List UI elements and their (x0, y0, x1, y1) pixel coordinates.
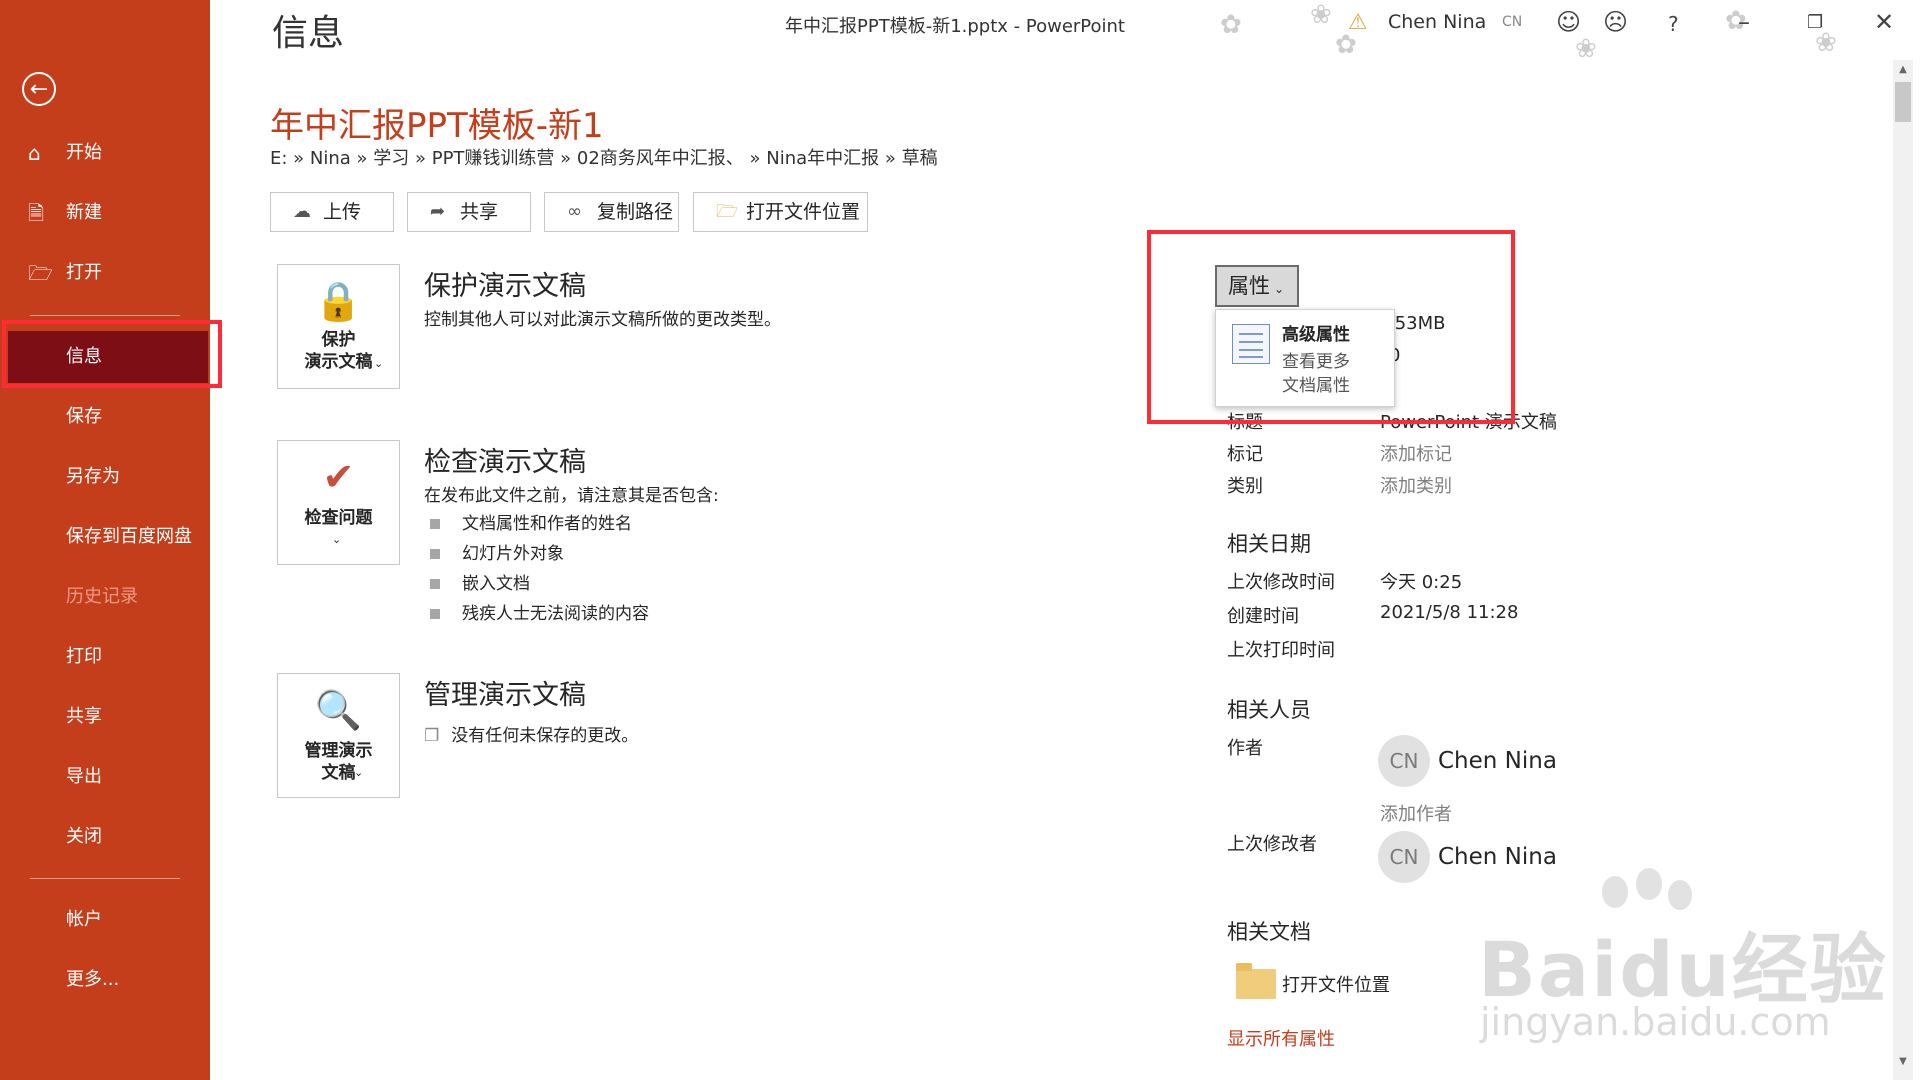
watermark-paw-icon (1602, 876, 1628, 908)
vertical-scrollbar[interactable] (1893, 60, 1913, 1080)
property-label: 类别 (1227, 476, 1263, 497)
protect-title: 保护演示文稿 (424, 271, 586, 302)
smile-feedback-icon[interactable]: ☺ (1556, 8, 1581, 36)
sidebar-item-new[interactable]: 🗎 新建 (0, 187, 210, 239)
sidebar-divider (30, 878, 180, 879)
leaf-decoration-icon: ❀ (1575, 34, 1597, 64)
inspect-button-label: 检查问题 (304, 508, 373, 528)
property-label: 上次修改者 (1227, 834, 1317, 855)
created-value: 2021/5/8 11:28 (1380, 602, 1519, 623)
inspect-issues-button[interactable]: ✔ 检查问题 ⌄ (277, 440, 400, 565)
add-category-field[interactable]: 添加类别 (1380, 472, 1452, 498)
title-bar: ✿ ❀ ✿ ❀ ✿ ❀ 年中汇报PPT模板-新1.pptx - PowerPoi… (210, 0, 1920, 64)
sidebar-item-home[interactable]: ⌂ 开始 (0, 127, 210, 179)
sidebar-item-save[interactable]: 保存 (0, 391, 210, 443)
sidebar-item-export[interactable]: 导出 (0, 751, 210, 803)
avatar[interactable]: CN (1378, 831, 1430, 883)
sidebar-item-more[interactable]: 更多... (0, 954, 210, 1006)
open-file-location-button[interactable]: 🗁 打开文件位置 (693, 192, 868, 232)
link-icon: ∞ (567, 201, 582, 222)
upload-icon: ☁ (293, 201, 311, 222)
protect-presentation-button[interactable]: 🔒 保护 演示文稿 ⌄ (277, 264, 400, 389)
sidebar-divider (30, 315, 180, 316)
protect-description: 控制其他人可以对此演示文稿所做的更改类型。 (424, 310, 781, 330)
account-name[interactable]: Chen Nina (1388, 11, 1486, 33)
leaf-decoration-icon: ✿ (1220, 10, 1242, 40)
chevron-down-icon: ⌄ (354, 766, 364, 779)
chevron-down-icon: ⌄ (374, 357, 384, 370)
page-title: 信息 (272, 13, 345, 54)
upload-button[interactable]: ☁ 上传 (270, 192, 394, 232)
leaf-decoration-icon: ❀ (1310, 0, 1332, 30)
document-title: 年中汇报PPT模板-新1 (270, 106, 604, 146)
list-item: 幻灯片外对象 (430, 539, 564, 564)
sidebar-item-save-baidu[interactable]: 保存到百度网盘 (0, 511, 210, 563)
related-people-heading: 相关人员 (1227, 698, 1311, 722)
highlight-box-properties (1147, 230, 1515, 424)
property-label: 上次打印时间 (1227, 640, 1335, 661)
copy-path-button[interactable]: ∞ 复制路径 (544, 192, 679, 232)
author-name[interactable]: Chen Nina (1438, 748, 1557, 774)
lock-key-icon: 🔒 (314, 279, 363, 323)
restore-icon[interactable]: ❐ (1807, 12, 1823, 33)
open-folder-icon: 🗁 (28, 261, 53, 285)
scroll-up-icon[interactable]: ▲ (1893, 60, 1913, 80)
warning-icon[interactable]: ⚠ (1348, 10, 1368, 35)
folder-icon[interactable] (1236, 963, 1276, 999)
scroll-down-icon[interactable]: ▼ (1893, 1052, 1913, 1072)
highlight-box-info (2, 320, 222, 388)
inspect-description: 在发布此文件之前，请注意其是否包含: (424, 486, 719, 506)
frown-feedback-icon[interactable]: ☹ (1603, 8, 1628, 36)
back-arrow-icon[interactable]: ← (22, 72, 56, 106)
document-stack-icon: ❐ (424, 726, 440, 746)
backstage-sidebar: ← ⌂ 开始 🗎 新建 🗁 打开 信息 保存 另存为 保存到百度网盘 历史记录 … (0, 0, 210, 1080)
sidebar-item-print[interactable]: 打印 (0, 631, 210, 683)
avatar[interactable]: CN (1378, 735, 1430, 787)
open-file-location-link[interactable]: 打开文件位置 (1282, 971, 1390, 997)
account-initials[interactable]: CN (1502, 14, 1522, 30)
manage-description: ❐ 没有任何未保存的更改。 (424, 726, 639, 746)
list-item: 文档属性和作者的姓名 (430, 509, 632, 534)
watermark-paw-icon (1668, 880, 1692, 910)
folder-icon: 🗁 (716, 201, 739, 222)
manage-versions-icon: 🔍 (314, 688, 363, 732)
sidebar-item-open[interactable]: 🗁 打开 (0, 247, 210, 299)
manage-title: 管理演示文稿 (424, 680, 586, 711)
related-dates-heading: 相关日期 (1227, 532, 1311, 556)
help-icon[interactable]: ? (1668, 12, 1679, 36)
sidebar-item-save-as[interactable]: 另存为 (0, 451, 210, 503)
share-icon: ➦ (430, 201, 446, 222)
inspect-document-icon: ✔ (322, 455, 355, 499)
sidebar-item-share[interactable]: 共享 (0, 691, 210, 743)
list-item: 残疾人士无法阅读的内容 (430, 599, 649, 624)
manage-presentation-button[interactable]: 🔍 管理演示 文稿 ⌄ (277, 673, 400, 798)
manage-button-label: 管理演示 文稿 (304, 741, 373, 783)
share-button[interactable]: ➦ 共享 (407, 192, 531, 232)
list-item: 嵌入文档 (430, 569, 530, 594)
home-icon: ⌂ (28, 141, 41, 165)
property-label: 作者 (1227, 738, 1263, 759)
add-author-field[interactable]: 添加作者 (1380, 800, 1452, 826)
last-modified-value: 今天 0:25 (1380, 572, 1463, 593)
close-icon[interactable]: ✕ (1874, 8, 1894, 36)
chevron-down-icon: ⌄ (332, 533, 342, 546)
sidebar-item-close[interactable]: 关闭 (0, 811, 210, 863)
property-label: 上次修改时间 (1227, 572, 1335, 593)
breadcrumb: E: » Nina » 学习 » PPT赚钱训练营 » 02商务风年中汇报、 »… (270, 148, 938, 169)
sidebar-item-history: 历史记录 (66, 586, 138, 607)
watermark-url: jingyan.baidu.com (1480, 1000, 1831, 1044)
window-title: 年中汇报PPT模板-新1.pptx - PowerPoint (785, 16, 1125, 37)
related-docs-heading: 相关文档 (1227, 920, 1311, 944)
new-doc-icon: 🗎 (28, 201, 45, 225)
property-label: 标记 (1227, 444, 1263, 465)
watermark-paw-icon (1636, 868, 1662, 900)
property-label: 创建时间 (1227, 606, 1299, 627)
scroll-thumb[interactable] (1895, 82, 1911, 122)
inspect-title: 检查演示文稿 (424, 447, 586, 478)
last-modified-by-name[interactable]: Chen Nina (1438, 844, 1557, 870)
sidebar-item-account[interactable]: 帐户 (0, 894, 210, 946)
add-tag-field[interactable]: 添加标记 (1380, 440, 1452, 466)
minimize-icon[interactable]: – (1738, 8, 1750, 36)
show-all-properties-link[interactable]: 显示所有属性 (1227, 1025, 1335, 1051)
